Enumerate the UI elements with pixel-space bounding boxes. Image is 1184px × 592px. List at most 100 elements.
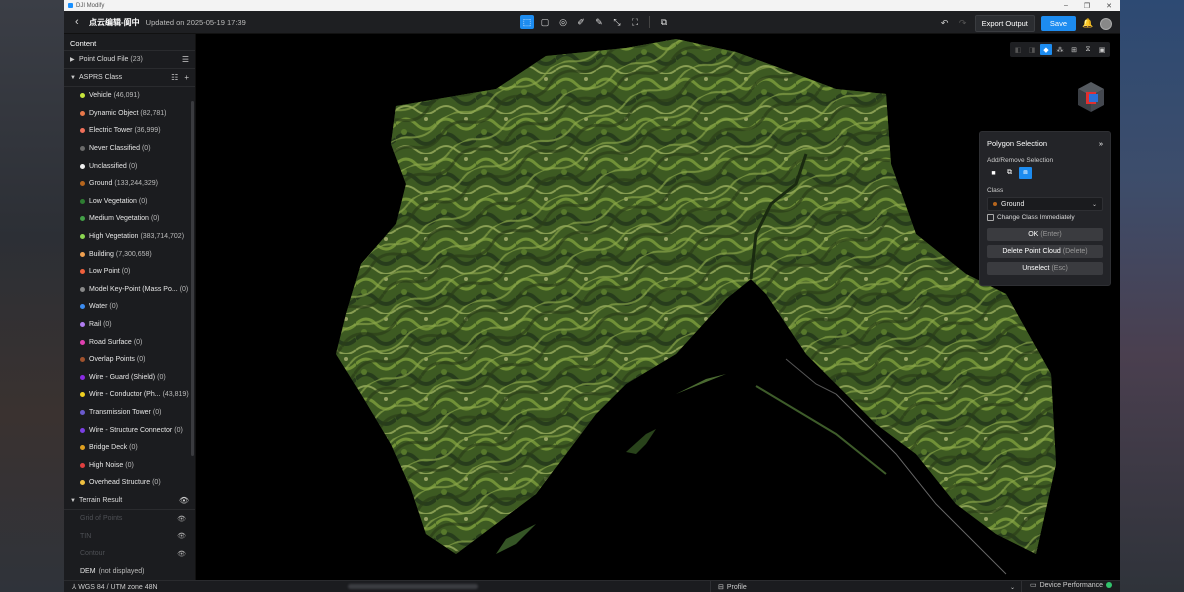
- eye-icon[interactable]: 👁: [177, 532, 186, 540]
- view-mode-2-icon[interactable]: ◨: [1026, 44, 1038, 55]
- unselect-button[interactable]: Unselect (Esc): [987, 262, 1103, 275]
- redo-icon[interactable]: ↷: [957, 18, 969, 29]
- class-row[interactable]: Road Surface (0): [64, 333, 195, 351]
- checkbox-icon[interactable]: [987, 214, 994, 221]
- undo-icon[interactable]: ↶: [939, 18, 951, 29]
- class-row[interactable]: Unclassified (0): [64, 157, 195, 175]
- unselect-hint: (Esc): [1051, 265, 1068, 272]
- delete-point-cloud-button[interactable]: Delete Point Cloud (Delete): [987, 245, 1103, 258]
- class-row[interactable]: Wire - Conductor (Ph... (43,819): [64, 386, 195, 404]
- view-mode-7-icon[interactable]: ▣: [1096, 44, 1108, 55]
- caret-down-icon[interactable]: ▼: [70, 75, 79, 81]
- eye-icon[interactable]: 👁: [177, 515, 186, 523]
- class-list-scrollbar[interactable]: [191, 101, 194, 456]
- class-row[interactable]: Bridge Deck (0): [64, 439, 195, 457]
- orientation-cube-icon[interactable]: [1076, 80, 1106, 114]
- notification-bell-icon[interactable]: 🔔: [1082, 18, 1094, 29]
- terrain-item-dem[interactable]: DEM (not displayed): [64, 563, 195, 581]
- class-row[interactable]: Low Point (0): [64, 263, 195, 281]
- desktop-background-left: [0, 0, 64, 592]
- class-row[interactable]: Wire - Structure Connector (0): [64, 421, 195, 439]
- class-count: (7,300,658): [115, 250, 152, 258]
- fit-tool-icon[interactable]: ⤡: [610, 15, 624, 29]
- list-icon[interactable]: ☰: [182, 55, 189, 64]
- class-row[interactable]: High Noise (0): [64, 456, 195, 474]
- class-count: (0): [152, 479, 161, 487]
- class-color-dot: [80, 427, 85, 433]
- user-avatar[interactable]: [1100, 17, 1112, 30]
- class-row[interactable]: Medium Vegetation (0): [64, 210, 195, 228]
- class-row[interactable]: Vehicle (46,091): [64, 87, 195, 105]
- terrain-result-label: Terrain Result: [79, 497, 123, 504]
- class-count: (133,244,329): [114, 180, 158, 188]
- add-selection-icon[interactable]: ⧉: [1003, 167, 1016, 179]
- class-row[interactable]: Dynamic Object (82,781): [64, 105, 195, 123]
- terrain-item-contour[interactable]: Contour 👁: [64, 545, 195, 563]
- class-row[interactable]: Never Classified (0): [64, 140, 195, 158]
- class-row[interactable]: Model Key-Point (Mass Po... (0): [64, 281, 195, 299]
- view-mode-5-icon[interactable]: ⊞: [1068, 44, 1080, 55]
- panel-collapse-icon[interactable]: »: [1099, 139, 1103, 148]
- profile-tab[interactable]: ⊟ Profile: [710, 581, 747, 592]
- class-count: (0): [150, 215, 160, 223]
- class-settings-icon[interactable]: ☷: [171, 73, 178, 82]
- class-row[interactable]: Ground (133,244,329): [64, 175, 195, 193]
- export-output-button[interactable]: Export Output: [974, 15, 1035, 32]
- ok-button[interactable]: OK (Enter): [987, 228, 1103, 241]
- class-row[interactable]: Overlap Points (0): [64, 351, 195, 369]
- rectangle-select-tool-icon[interactable]: ▢: [538, 15, 552, 29]
- crs-indicator[interactable]: ⅄ WGS 84 / UTM zone 48N: [64, 583, 158, 591]
- view-mode-1-icon[interactable]: ◧: [1012, 44, 1024, 55]
- polygon-select-tool-icon[interactable]: ⬚: [520, 15, 534, 29]
- maximize-icon[interactable]: ❐: [1084, 2, 1090, 10]
- class-name: Bridge Deck: [89, 444, 128, 452]
- view-mode-3-icon[interactable]: ◆: [1040, 44, 1052, 55]
- save-button[interactable]: Save: [1040, 16, 1076, 31]
- terrain-item-tin[interactable]: TIN 👁: [64, 528, 195, 546]
- eye-icon[interactable]: 👁: [179, 496, 189, 505]
- layers-tool-icon[interactable]: ⧉: [657, 15, 671, 29]
- caret-right-icon[interactable]: ▶: [70, 56, 79, 63]
- terrain-item-grid-of-points[interactable]: Grid of Points 👁: [64, 510, 195, 528]
- class-select[interactable]: Ground ⌄: [987, 197, 1103, 211]
- class-row[interactable]: Low Vegetation (0): [64, 193, 195, 211]
- pen-tool-icon[interactable]: ✎: [592, 15, 606, 29]
- asprs-class-section[interactable]: ▼ ASPRS Class ☷ +: [64, 69, 195, 87]
- class-row[interactable]: Electric Tower (36,999): [64, 122, 195, 140]
- chevron-down-icon: ⌄: [1091, 201, 1097, 208]
- point-cloud-render[interactable]: [196, 34, 1120, 580]
- point-cloud-file-section[interactable]: ▶ Point Cloud File (23) ☰: [64, 51, 195, 69]
- brush-tool-icon[interactable]: ✐: [574, 15, 588, 29]
- class-name: Wire - Structure Connector: [89, 426, 173, 434]
- class-row[interactable]: High Vegetation (383,714,702): [64, 228, 195, 246]
- change-class-checkbox[interactable]: Change Class Immediately: [980, 211, 1110, 221]
- class-count: (0): [152, 408, 162, 416]
- class-label: Class: [987, 187, 1004, 194]
- class-row[interactable]: Water (0): [64, 298, 195, 316]
- 3d-viewport[interactable]: ◧ ◨ ◆ ⁂ ⊞ ⧖ ▣ Polygon Selection » Add/Re…: [196, 34, 1120, 580]
- eye-icon[interactable]: 👁: [177, 550, 186, 558]
- subtract-selection-icon[interactable]: ⧈: [1019, 167, 1032, 179]
- class-row[interactable]: Building (7,300,658): [64, 245, 195, 263]
- content-sidebar: Content ▶ Point Cloud File (23) ☰ ▼ ASPR…: [64, 34, 196, 580]
- view-mode-toolbar: ◧ ◨ ◆ ⁂ ⊞ ⧖ ▣: [1010, 42, 1110, 57]
- new-selection-icon[interactable]: ■: [987, 167, 1000, 179]
- focus-tool-icon[interactable]: ⛶: [628, 15, 642, 29]
- class-row[interactable]: Wire - Guard (Shield) (0): [64, 369, 195, 387]
- class-row[interactable]: Overhead Structure (0): [64, 474, 195, 492]
- chevron-down-icon[interactable]: ⌄: [1010, 581, 1023, 592]
- view-mode-6-icon[interactable]: ⧖: [1082, 44, 1094, 55]
- device-performance[interactable]: ▭ Device Performance: [1030, 581, 1112, 589]
- add-class-icon[interactable]: +: [184, 73, 189, 82]
- class-name: Building: [89, 250, 114, 258]
- view-mode-4-icon[interactable]: ⁂: [1054, 44, 1066, 55]
- close-icon[interactable]: ✕: [1106, 2, 1112, 10]
- updated-timestamp: Updated on 2025-05-19 17:39: [145, 17, 246, 27]
- class-row[interactable]: Transmission Tower (0): [64, 404, 195, 422]
- class-row[interactable]: Rail (0): [64, 316, 195, 334]
- terrain-result-section[interactable]: ▼ Terrain Result 👁: [64, 492, 195, 510]
- minimize-icon[interactable]: –: [1064, 2, 1068, 10]
- lasso-tool-icon[interactable]: ◎: [556, 15, 570, 29]
- caret-down-icon[interactable]: ▼: [70, 498, 79, 504]
- back-icon[interactable]: ‹: [75, 16, 85, 28]
